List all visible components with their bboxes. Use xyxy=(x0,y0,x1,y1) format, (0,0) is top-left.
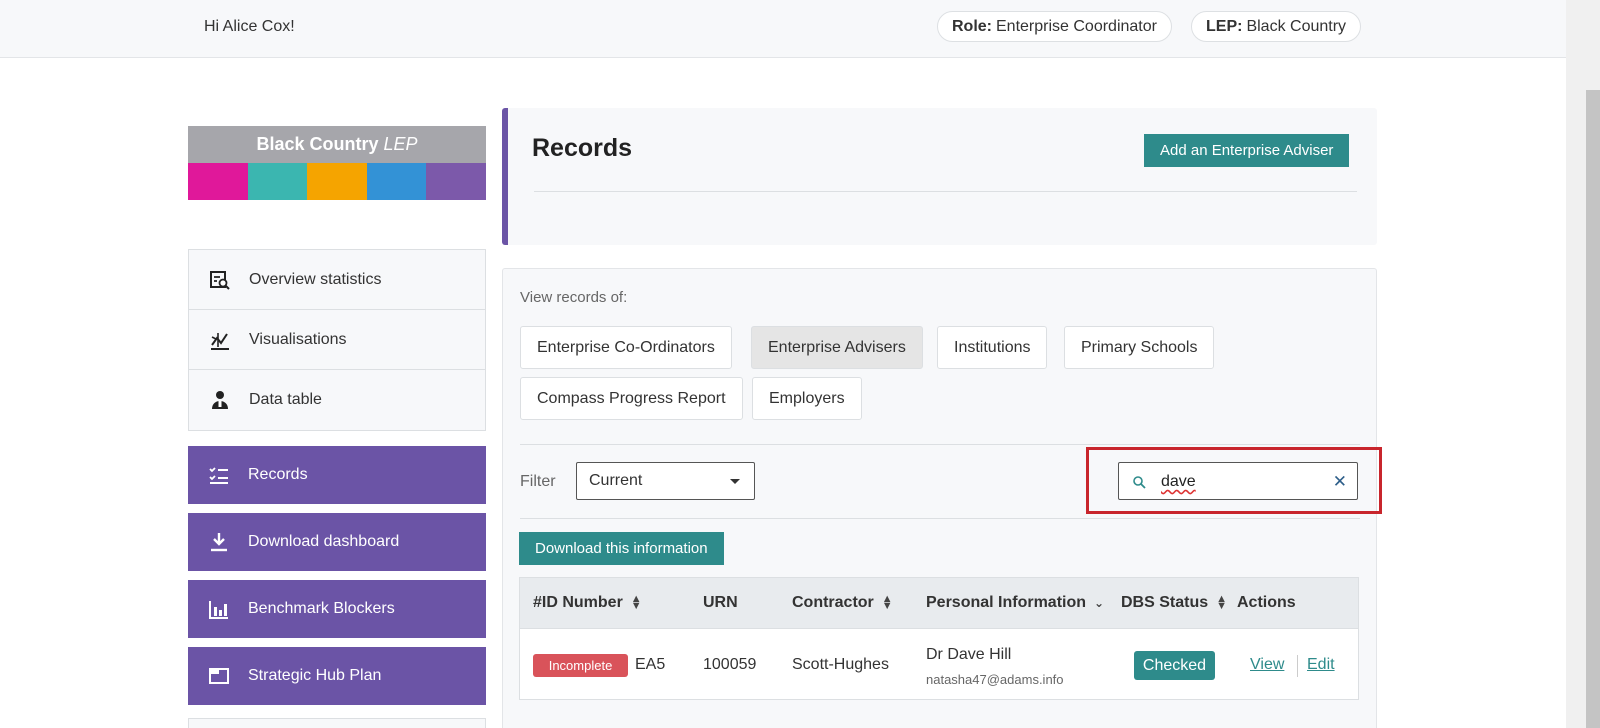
filter-select[interactable]: Current xyxy=(576,462,755,500)
id-cell: EA5 xyxy=(635,656,666,673)
strategic-hub-plan-label: Strategic Hub Plan xyxy=(248,667,382,684)
column-label: Contractor xyxy=(792,594,874,611)
records-button[interactable]: Records xyxy=(188,446,486,504)
download-dashboard-button[interactable]: Download dashboard xyxy=(188,513,486,571)
column-id-number[interactable]: #ID Number ▲ ▼ xyxy=(533,593,642,612)
chart-search-icon xyxy=(210,270,230,290)
caret-down-icon xyxy=(730,479,740,484)
logo-bar xyxy=(247,163,308,200)
download-information-button[interactable]: Download this information xyxy=(519,532,724,565)
tab-compass-progress-report[interactable]: Compass Progress Report xyxy=(520,377,743,420)
window-icon xyxy=(209,668,229,684)
line-chart-icon xyxy=(211,332,229,350)
dbs-status-badge: Checked xyxy=(1134,651,1215,680)
search-input[interactable]: dave ✕ xyxy=(1118,462,1358,500)
logo-bar xyxy=(366,163,427,200)
download-icon xyxy=(211,533,227,552)
records-header-card: Records Add an Enterprise Adviser xyxy=(502,108,1377,245)
person-email: natasha47@adams.info xyxy=(926,672,1064,687)
role-value: Enterprise Coordinator xyxy=(996,18,1157,35)
lep-label: LEP: xyxy=(1206,18,1243,35)
sidebar-nav: Overview statistics Visualisations Data … xyxy=(188,249,486,431)
divider xyxy=(520,444,1360,445)
logo-bar xyxy=(426,163,486,200)
sidebar-item-overview-statistics[interactable]: Overview statistics xyxy=(189,250,485,310)
sidebar-more xyxy=(188,718,486,728)
column-personal-information[interactable]: Personal Information ⌄ xyxy=(926,594,1104,612)
black-country-lep-logo: Black Country LEP xyxy=(188,126,486,200)
records-button-label: Records xyxy=(248,466,308,483)
logo-bar xyxy=(188,163,248,200)
page-title: Records xyxy=(532,134,633,162)
view-records-label: View records of: xyxy=(520,289,628,306)
benchmark-blockers-label: Benchmark Blockers xyxy=(248,600,395,617)
page-scrollbar[interactable] xyxy=(1566,0,1600,728)
person-icon xyxy=(212,391,228,409)
column-label: DBS Status xyxy=(1121,594,1209,611)
logo-text: Black Country xyxy=(256,134,379,154)
urn-cell: 100059 xyxy=(703,656,757,673)
greeting: Hi Alice Cox! xyxy=(204,18,295,35)
checklist-icon xyxy=(209,467,228,484)
edit-link[interactable]: Edit xyxy=(1307,656,1335,674)
search-icon xyxy=(1133,476,1146,489)
sidebar-item-visualisations[interactable]: Visualisations xyxy=(189,310,485,370)
tab-enterprise-advisers[interactable]: Enterprise Advisers xyxy=(751,326,923,369)
column-label: #ID Number xyxy=(533,594,623,611)
bar-chart-icon xyxy=(209,601,228,619)
filter-label: Filter xyxy=(520,473,556,490)
sort-icon[interactable]: ▲ ▼ xyxy=(882,593,893,611)
sort-icon[interactable]: ▲ ▼ xyxy=(1216,593,1227,611)
chevron-down-icon[interactable]: ⌄ xyxy=(1094,596,1104,610)
lep-value: Black Country xyxy=(1246,18,1347,35)
top-bar: Hi Alice Cox! Role: Enterprise Coordinato… xyxy=(0,0,1566,58)
sidebar-item-label: Overview statistics xyxy=(249,270,382,288)
strategic-hub-plan-button[interactable]: Strategic Hub Plan xyxy=(188,647,486,705)
contractor-cell: Scott-Hughes xyxy=(792,656,889,673)
logo-text-italic: LEP xyxy=(383,134,418,154)
sidebar-item-label: Data table xyxy=(249,391,322,408)
column-actions: Actions xyxy=(1237,594,1296,611)
sidebar-item-label: Visualisations xyxy=(249,330,347,348)
tab-enterprise-co-ordinators[interactable]: Enterprise Co-Ordinators xyxy=(520,326,732,369)
column-urn: URN xyxy=(703,594,738,611)
tab-primary-schools[interactable]: Primary Schools xyxy=(1064,326,1215,369)
divider xyxy=(534,191,1357,192)
benchmark-blockers-button[interactable]: Benchmark Blockers xyxy=(188,580,486,638)
add-enterprise-adviser-button[interactable]: Add an Enterprise Adviser xyxy=(1144,134,1350,167)
sidebar-item-data-table[interactable]: Data table xyxy=(189,370,485,430)
status-badge: Incomplete xyxy=(533,654,628,677)
column-contractor[interactable]: Contractor ▲ ▼ xyxy=(792,593,893,612)
person-name: Dr Dave Hill xyxy=(926,646,1012,663)
records-table: #ID Number ▲ ▼ URN Contractor ▲ ▼ Personal I… xyxy=(519,577,1359,700)
tab-employers[interactable]: Employers xyxy=(752,377,862,420)
filter-selected-value: Current xyxy=(589,472,643,489)
logo-color-bars xyxy=(188,163,486,200)
table-header: #ID Number ▲ ▼ URN Contractor ▲ ▼ Personal I… xyxy=(520,578,1358,629)
action-divider xyxy=(1297,655,1298,677)
role-label: Role: xyxy=(952,18,992,35)
view-link[interactable]: View xyxy=(1250,656,1284,674)
column-label: Personal Information xyxy=(926,594,1087,611)
clear-search-icon[interactable]: ✕ xyxy=(1333,472,1347,492)
role-badge: Role: Enterprise Coordinator xyxy=(937,11,1172,42)
sort-icon[interactable]: ▲ ▼ xyxy=(631,593,642,611)
scrollbar-thumb[interactable] xyxy=(1586,90,1600,728)
lep-badge: LEP: Black Country xyxy=(1191,11,1362,42)
download-dashboard-label: Download dashboard xyxy=(248,533,400,550)
logo-banner: Black Country LEP xyxy=(188,126,486,163)
search-value: dave xyxy=(1161,473,1196,490)
logo-bar xyxy=(307,163,367,200)
tab-institutions[interactable]: Institutions xyxy=(937,326,1048,369)
divider xyxy=(520,518,1360,519)
column-dbs-status[interactable]: DBS Status ▲ ▼ xyxy=(1121,593,1227,612)
